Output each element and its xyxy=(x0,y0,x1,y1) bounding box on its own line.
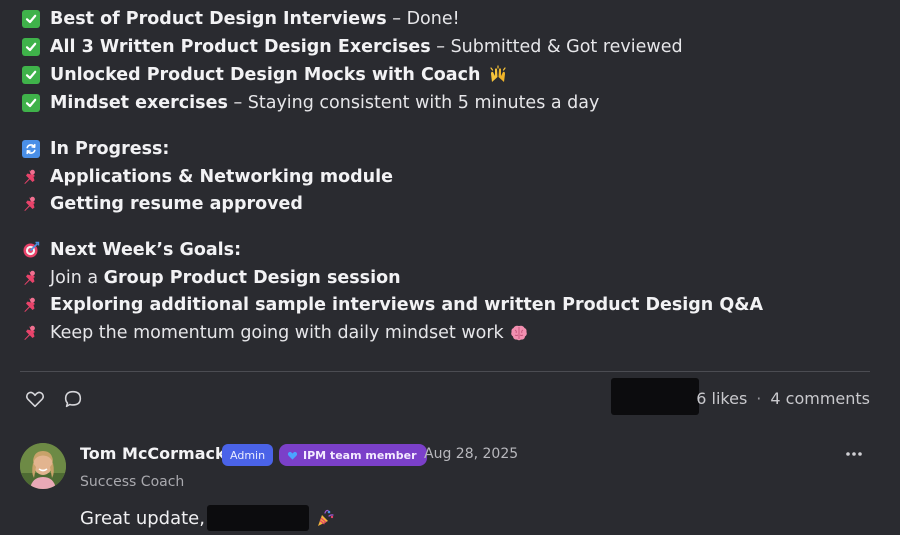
post-content: Best of Product Design Interviews – Done… xyxy=(0,0,900,535)
goal-item: Join a Group Product Design session xyxy=(22,267,401,289)
done-item-status: – Done! xyxy=(386,9,460,29)
goal-item: Keep the momentum going with daily minds… xyxy=(22,322,529,344)
goal-item: Exploring additional sample interviews a… xyxy=(22,294,763,316)
done-item: Best of Product Design Interviews – Done… xyxy=(22,8,460,30)
done-item-title: Mindset exercises xyxy=(50,93,228,113)
in-progress-item: Applications & Networking module xyxy=(22,166,393,188)
pushpin-icon xyxy=(22,168,40,186)
ellipsis-icon xyxy=(846,452,862,456)
in-progress-item: Getting resume approved xyxy=(22,193,303,215)
avatar[interactable] xyxy=(20,443,66,489)
team-member-badge-label: IPM team member xyxy=(303,448,417,462)
comment-author[interactable]: Tom McCormack xyxy=(80,444,226,463)
comment-button[interactable] xyxy=(62,388,84,410)
in-progress-heading: In Progress: xyxy=(22,138,169,160)
next-week-heading: Next Week’s Goals: xyxy=(22,239,241,261)
done-item-status: – Submitted & Got reviewed xyxy=(430,37,683,57)
like-button[interactable] xyxy=(24,388,46,410)
check-box-icon xyxy=(22,38,40,56)
redacted-name xyxy=(206,505,309,531)
admin-badge: Admin xyxy=(222,444,274,466)
divider xyxy=(20,371,870,372)
comment-bubble-icon xyxy=(64,390,82,408)
comment-date: Aug 28, 2025 xyxy=(424,446,519,462)
target-icon xyxy=(22,241,40,259)
heart-icon xyxy=(25,391,45,408)
pushpin-icon xyxy=(22,269,40,287)
raised-hands-emoji-icon xyxy=(488,65,508,85)
check-box-icon xyxy=(22,10,40,28)
done-item: Mindset exercises – Staying consistent w… xyxy=(22,92,599,114)
post-stats: 6 likes · 4 comments xyxy=(696,389,870,408)
check-box-icon xyxy=(22,66,40,84)
comment-body: Great update, xyxy=(80,507,205,529)
done-item-title: Best of Product Design Interviews xyxy=(50,9,387,29)
sync-icon xyxy=(22,140,40,158)
likes-count[interactable]: 6 likes xyxy=(696,389,747,408)
team-member-badge: IPM team member xyxy=(279,444,427,466)
done-item-status: – Staying consistent with 5 minutes a da… xyxy=(227,93,600,113)
stats-separator: · xyxy=(756,389,762,408)
comment-author-role: Success Coach xyxy=(80,474,185,490)
pushpin-icon xyxy=(22,324,40,342)
done-item-title: Unlocked Product Design Mocks with Coach xyxy=(50,65,481,85)
pushpin-icon xyxy=(22,195,40,213)
done-item-title: All 3 Written Product Design Exercises xyxy=(50,37,431,57)
done-item: All 3 Written Product Design Exercises –… xyxy=(22,36,683,58)
pushpin-icon xyxy=(22,296,40,314)
check-box-icon xyxy=(22,94,40,112)
more-options-button[interactable] xyxy=(843,446,865,462)
avatar-photo xyxy=(20,443,66,489)
comment-text: Great update, xyxy=(80,505,335,531)
comments-count[interactable]: 4 comments xyxy=(770,389,870,408)
brain-emoji-icon xyxy=(509,323,529,343)
party-popper-emoji-icon xyxy=(315,508,335,528)
heart-badge-icon xyxy=(287,451,298,460)
redacted-avatars xyxy=(611,378,699,415)
done-item: Unlocked Product Design Mocks with Coach xyxy=(22,64,508,86)
